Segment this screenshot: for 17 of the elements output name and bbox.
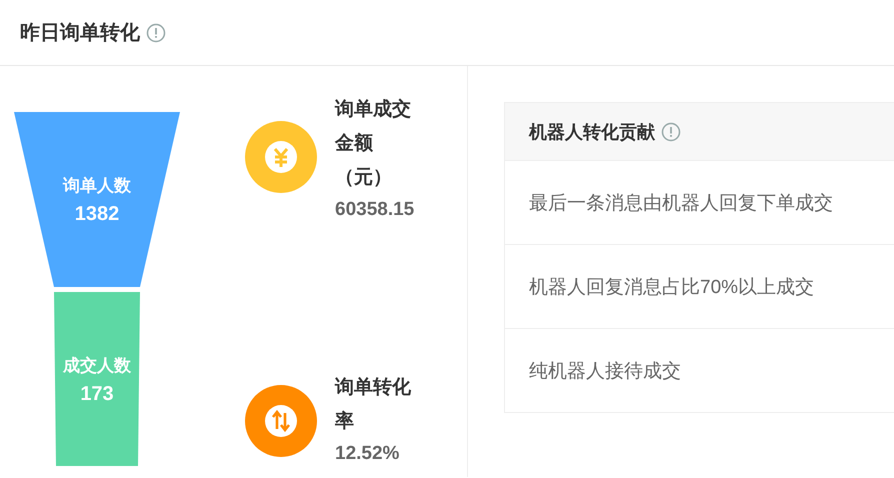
stat-label: 询单转化率 bbox=[335, 376, 412, 434]
swap-arrows-icon bbox=[245, 385, 317, 457]
yen-icon bbox=[245, 121, 317, 193]
stage-label: 成交人数 bbox=[63, 354, 131, 376]
table-cell-text: 机器人回复消息占比70%以上成交 bbox=[529, 276, 814, 300]
stat-label: 询单成交金额（元） bbox=[335, 98, 412, 190]
section-title: 昨日询单转化 bbox=[20, 21, 140, 46]
info-icon[interactable] bbox=[146, 22, 166, 42]
table-header: 机器人转化贡献 bbox=[529, 120, 655, 144]
stat-value: 12.52% bbox=[335, 442, 400, 466]
stat-value: 60358.15 bbox=[335, 198, 416, 222]
stage-value: 173 bbox=[80, 382, 114, 406]
table-cell-text: 纯机器人接待成交 bbox=[529, 360, 681, 384]
stage-label: 询单人数 bbox=[63, 174, 131, 196]
table-cell-text: 最后一条消息由机器人回复下单成交 bbox=[529, 192, 833, 216]
info-icon[interactable] bbox=[661, 122, 681, 142]
stage-value: 1382 bbox=[74, 202, 120, 226]
